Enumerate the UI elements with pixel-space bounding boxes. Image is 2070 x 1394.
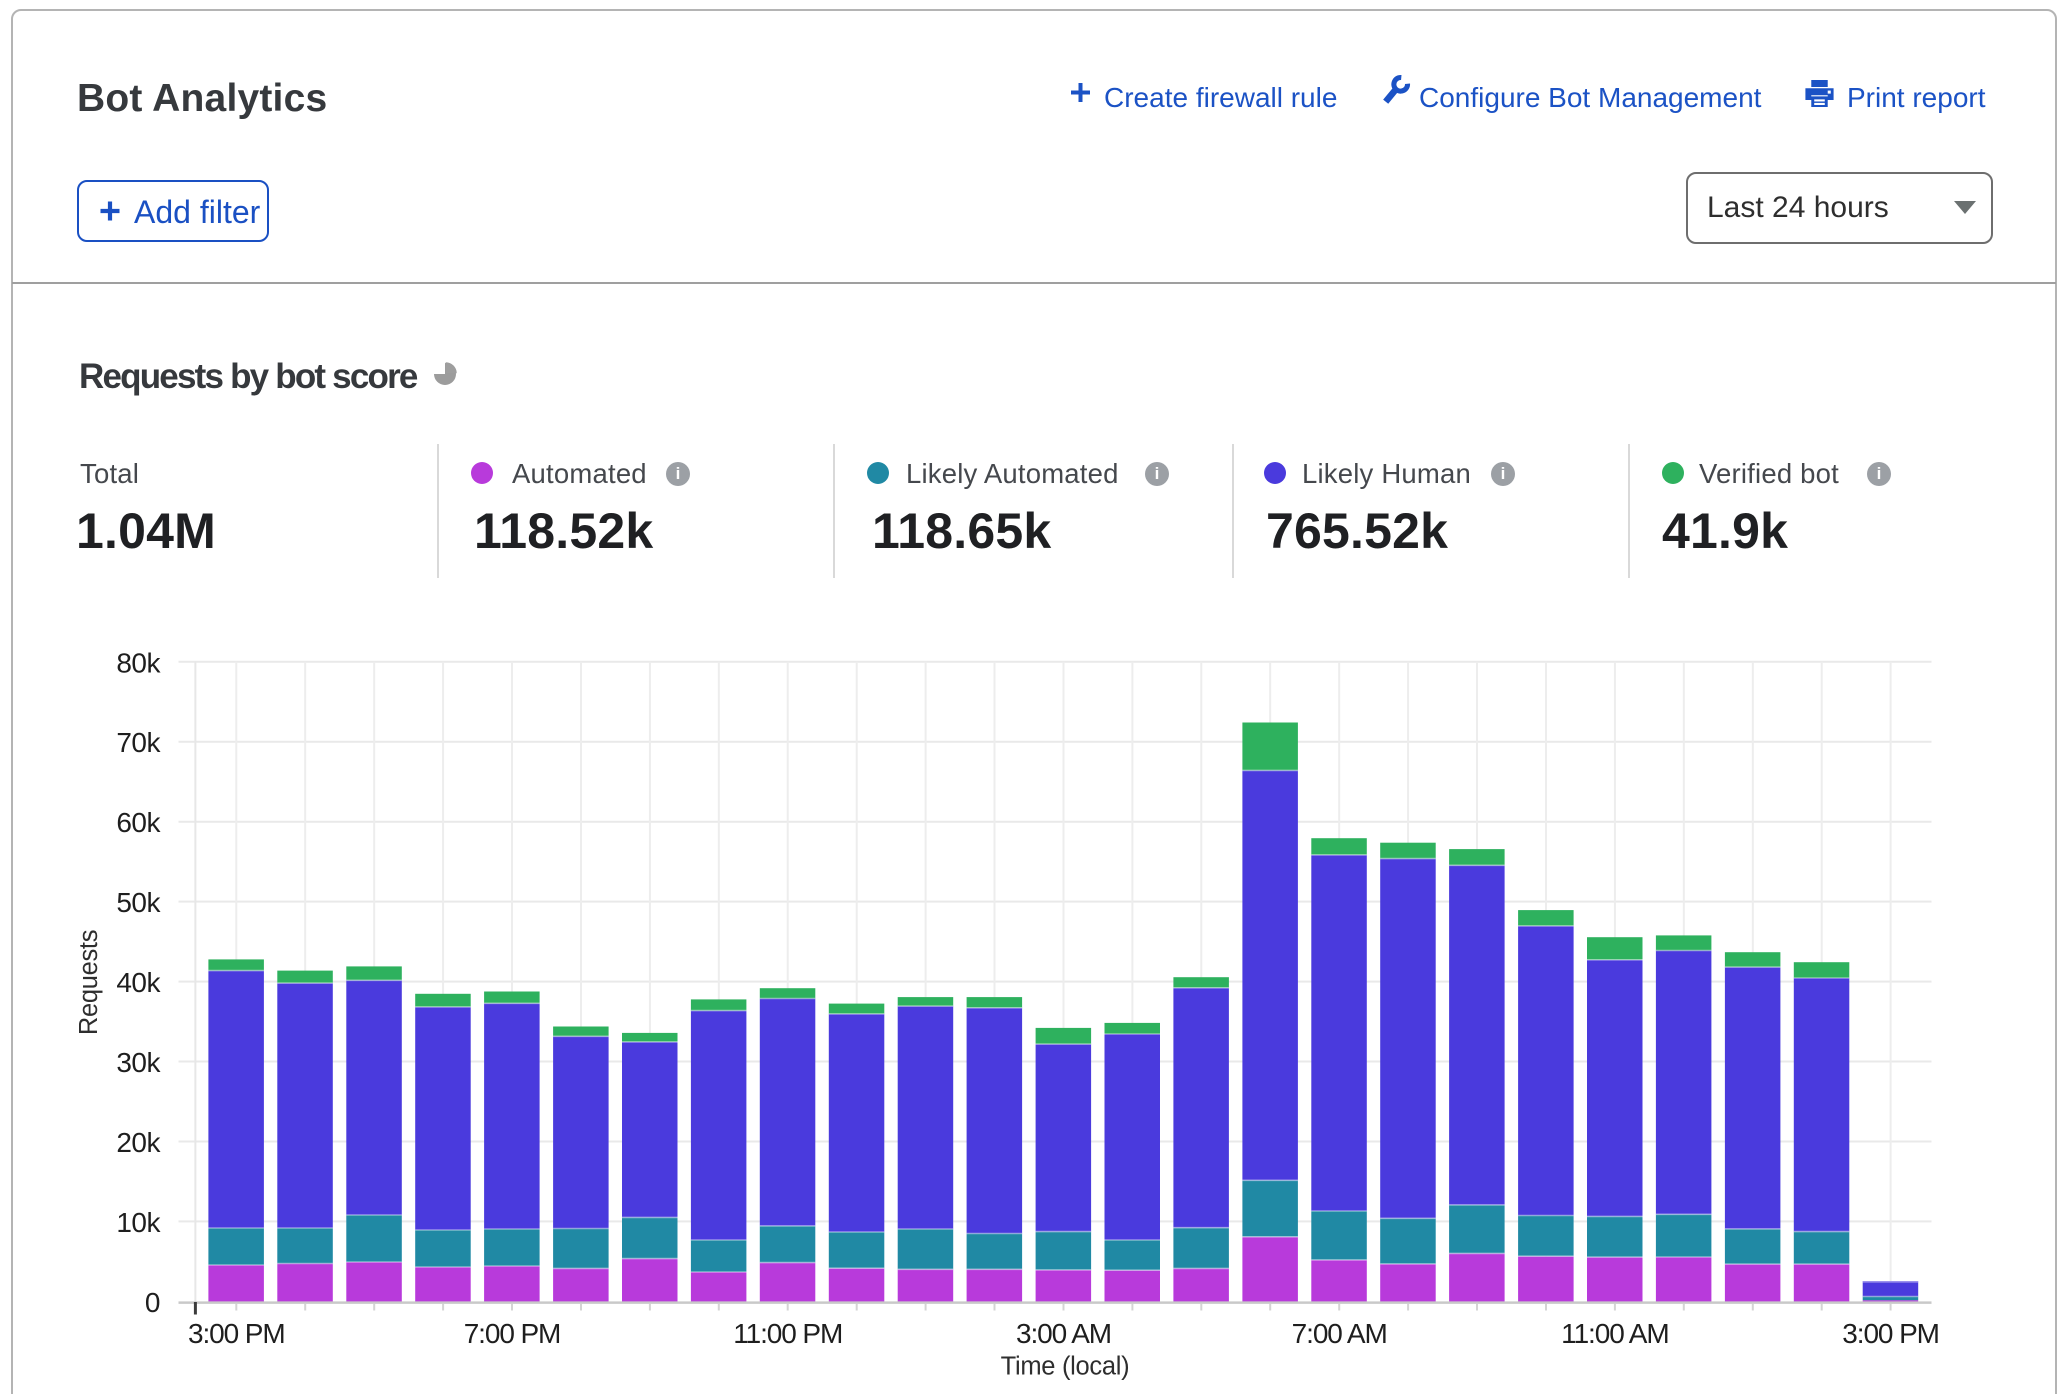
svg-text:3:00 AM: 3:00 AM (1016, 1318, 1111, 1349)
svg-text:60k: 60k (116, 807, 161, 838)
svg-text:0: 0 (145, 1287, 160, 1318)
svg-text:40k: 40k (116, 967, 161, 998)
svg-text:70k: 70k (116, 727, 161, 758)
svg-text:3:00 PM: 3:00 PM (1842, 1318, 1939, 1349)
svg-text:80k: 80k (116, 647, 161, 678)
svg-text:10k: 10k (116, 1207, 161, 1238)
svg-text:Time (local): Time (local) (1001, 1353, 1130, 1381)
svg-text:50k: 50k (116, 887, 161, 918)
svg-text:20k: 20k (116, 1127, 161, 1158)
svg-text:30k: 30k (116, 1047, 161, 1078)
svg-text:11:00 AM: 11:00 AM (1561, 1318, 1668, 1349)
svg-text:Requests: Requests (75, 930, 103, 1035)
svg-text:7:00 PM: 7:00 PM (464, 1318, 561, 1349)
svg-text:11:00 PM: 11:00 PM (733, 1318, 842, 1349)
svg-text:3:00 PM: 3:00 PM (188, 1318, 285, 1349)
svg-text:7:00 AM: 7:00 AM (1292, 1318, 1387, 1349)
